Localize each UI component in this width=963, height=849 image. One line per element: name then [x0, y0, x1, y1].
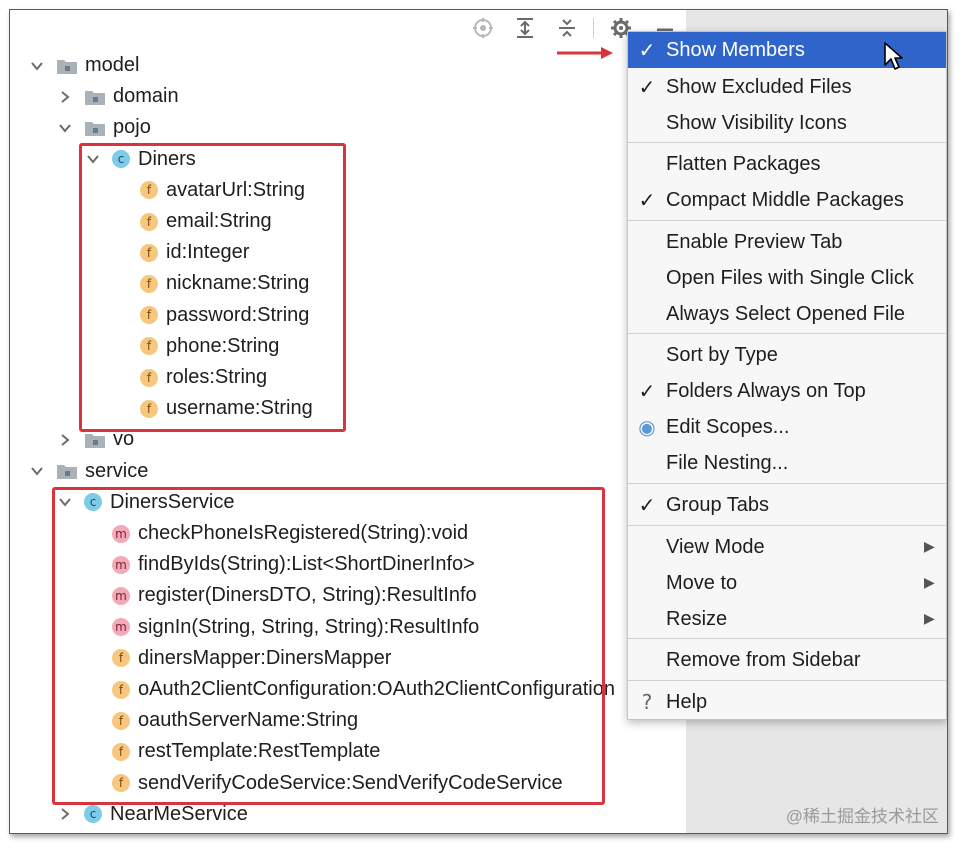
menu-item-label: Show Excluded Files	[666, 75, 852, 98]
tree-row-label: NearMeService	[110, 802, 248, 825]
menu-item-label: Compact Middle Packages	[666, 188, 904, 211]
tree-row-label: service	[85, 459, 149, 482]
menu-separator	[628, 638, 946, 639]
menu-item-view-mode[interactable]: View Mode ▶	[628, 529, 946, 565]
checkmark-icon: ✓	[638, 379, 656, 403]
chevron-right-icon[interactable]	[58, 807, 72, 821]
tree-row-folder[interactable]: service	[30, 456, 148, 487]
tree-row-folder[interactable]: model	[30, 50, 139, 81]
menu-item-label: Show Visibility Icons	[666, 111, 847, 134]
menu-item-edit-scopes[interactable]: ◉ Edit Scopes...	[628, 409, 946, 445]
menu-item-label: Folders Always on Top	[666, 379, 866, 402]
menu-item-resize[interactable]: Resize ▶	[628, 601, 946, 637]
menu-item-sort-by-type[interactable]: Sort by Type	[628, 337, 946, 373]
submenu-arrow-icon: ▶	[924, 611, 935, 627]
diners-highlight-box	[79, 143, 346, 432]
menu-item-label: Flatten Packages	[666, 152, 821, 175]
dinersservice-highlight-box	[52, 487, 605, 805]
menu-item-label: Move to	[666, 571, 738, 594]
menu-separator	[628, 483, 946, 484]
locate-icon[interactable]	[471, 16, 495, 40]
menu-item-label: Show Members	[666, 38, 805, 61]
checkmark-icon: ✓	[638, 75, 656, 99]
tree-row-label: pojo	[113, 116, 151, 139]
radio-icon: ◉	[638, 415, 656, 439]
menu-item-file-nesting[interactable]: File Nesting...	[628, 445, 946, 481]
menu-item-show-excluded-files[interactable]: ✓ Show Excluded Files	[628, 69, 946, 105]
menu-item-compact-middle-packages[interactable]: ✓ Compact Middle Packages	[628, 182, 946, 218]
tree-row-folder[interactable]: pojo	[58, 112, 151, 143]
options-menu: ✓ Show Members ✓ Show Excluded Files Show Vi…	[627, 31, 947, 720]
collapse-all-icon[interactable]	[555, 16, 579, 40]
project-tool-window: model domain pojo c Diners f avatarUrl:String f…	[9, 9, 948, 834]
menu-item-show-visibility-icons[interactable]: Show Visibility Icons	[628, 105, 946, 141]
class-icon: c	[84, 805, 102, 824]
menu-separator	[628, 142, 946, 143]
folder-icon	[84, 431, 106, 449]
menu-item-group-tabs[interactable]: ✓ Group Tabs	[628, 487, 946, 523]
menu-separator	[628, 333, 946, 334]
toolbar-divider	[593, 18, 594, 38]
help-icon: ?	[641, 690, 653, 714]
menu-item-label: Remove from Sidebar	[666, 648, 861, 671]
menu-item-label: Sort by Type	[666, 343, 778, 366]
menu-item-label: Group Tabs	[666, 493, 770, 516]
folder-icon	[56, 462, 78, 480]
menu-item-flatten-packages[interactable]: Flatten Packages	[628, 146, 946, 182]
menu-item-label: Edit Scopes...	[666, 415, 790, 438]
menu-item-label: File Nesting...	[666, 451, 789, 474]
menu-item-help[interactable]: ? Help	[628, 684, 946, 720]
tree-row-folder[interactable]: domain	[58, 81, 179, 112]
chevron-down-icon[interactable]	[30, 59, 44, 73]
tree-row-label: model	[85, 54, 140, 76]
menu-item-move-to[interactable]: Move to ▶	[628, 565, 946, 601]
menu-item-label: Always Select Opened File	[666, 302, 906, 325]
checkmark-icon: ✓	[638, 493, 656, 517]
menu-item-remove-from-sidebar[interactable]: Remove from Sidebar	[628, 642, 946, 678]
menu-item-label: Open Files with Single Click	[666, 266, 914, 289]
folder-icon	[56, 57, 78, 75]
menu-item-folders-always-on-top[interactable]: ✓ Folders Always on Top	[628, 373, 946, 409]
expand-all-icon[interactable]	[513, 16, 537, 40]
chevron-down-icon[interactable]	[58, 121, 72, 135]
menu-separator	[628, 680, 946, 681]
chevron-right-icon[interactable]	[58, 433, 72, 447]
folder-icon	[84, 119, 106, 137]
watermark: @稀土掘金技术社区	[785, 807, 939, 826]
chevron-down-icon[interactable]	[30, 464, 44, 478]
checkmark-icon: ✓	[638, 188, 656, 212]
mouse-cursor-icon	[884, 42, 903, 70]
menu-item-open-files-with-single-click[interactable]: Open Files with Single Click	[628, 260, 946, 296]
tree-row-label: domain	[113, 85, 179, 108]
submenu-arrow-icon: ▶	[924, 575, 935, 591]
menu-item-enable-preview-tab[interactable]: Enable Preview Tab	[628, 224, 946, 260]
chevron-right-icon[interactable]	[58, 90, 72, 104]
checkmark-icon: ✓	[638, 38, 656, 62]
menu-item-always-select-opened-file[interactable]: Always Select Opened File	[628, 296, 946, 332]
menu-item-label: Help	[666, 690, 708, 713]
menu-separator	[628, 525, 946, 526]
submenu-arrow-icon: ▶	[924, 539, 935, 555]
menu-item-label: Resize	[666, 607, 728, 630]
folder-icon	[84, 88, 106, 106]
menu-item-label: Enable Preview Tab	[666, 230, 843, 253]
arrow-icon	[557, 47, 613, 59]
menu-separator	[628, 220, 946, 221]
menu-item-label: View Mode	[666, 535, 765, 558]
